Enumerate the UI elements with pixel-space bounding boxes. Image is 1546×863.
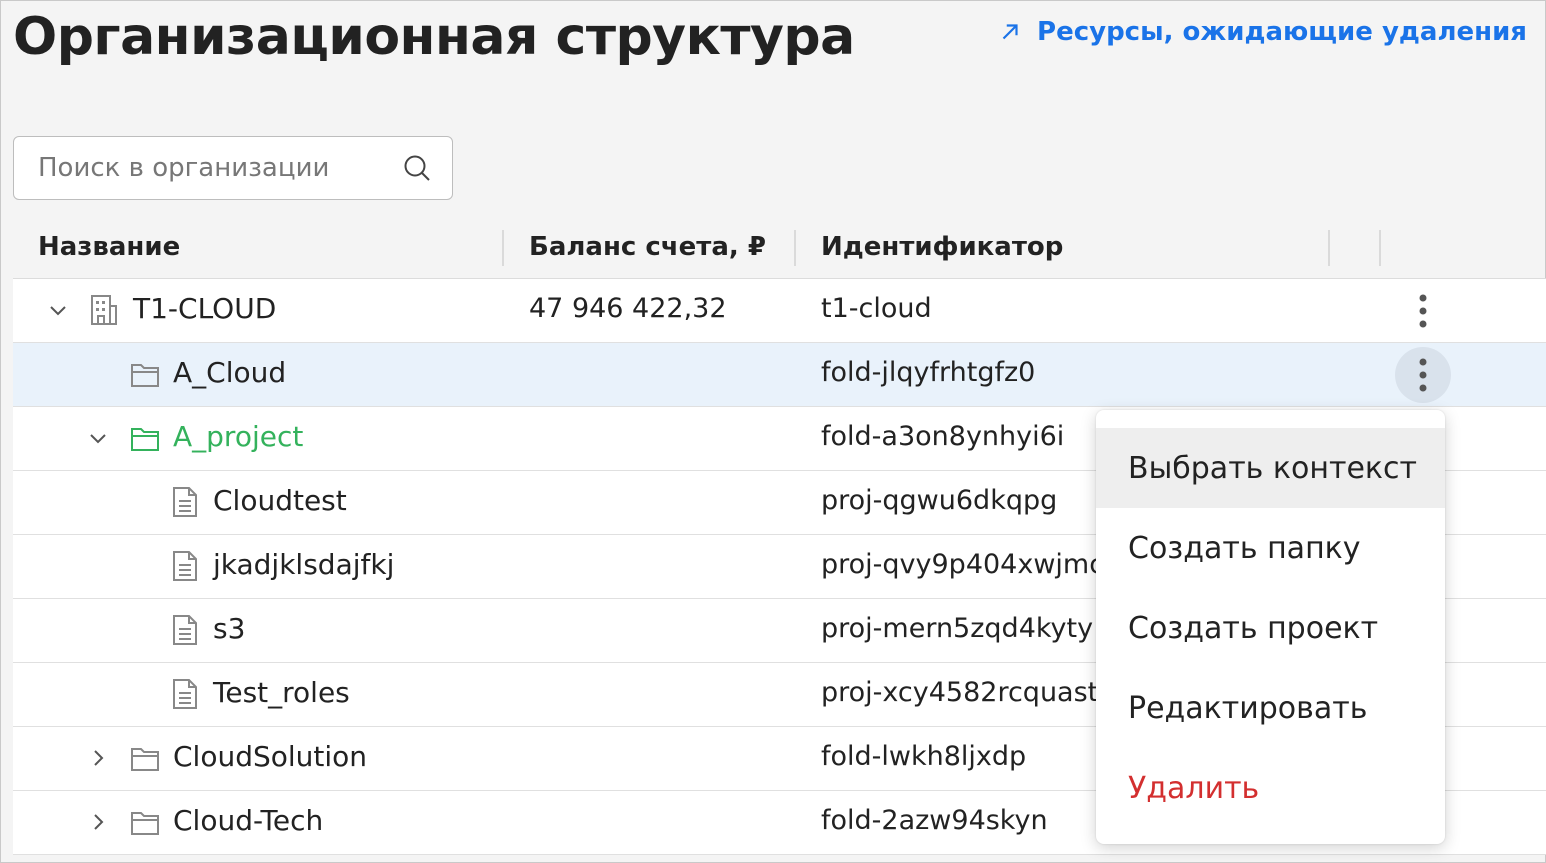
row-id: proj-qvy9p404xwjmc	[821, 549, 1105, 580]
row-id: t1-cloud	[821, 293, 932, 324]
column-header-balance[interactable]: Баланс счета, ₽	[529, 232, 766, 262]
chevron-down-icon[interactable]	[47, 299, 69, 321]
chevron-down-icon[interactable]	[87, 427, 109, 449]
row-name[interactable]: Test_roles	[213, 676, 350, 709]
row-actions-button[interactable]	[1395, 347, 1451, 403]
row-actions-button[interactable]	[1395, 283, 1451, 339]
column-divider[interactable]	[794, 230, 796, 266]
document-icon	[173, 551, 197, 581]
building-icon	[91, 295, 117, 325]
folder-icon	[131, 428, 159, 451]
row-name[interactable]: A_Cloud	[173, 356, 286, 389]
page-title: Организационная структура	[13, 7, 855, 67]
chevron-right-icon[interactable]	[87, 747, 109, 769]
search-input[interactable]	[38, 153, 402, 183]
column-header-name[interactable]: Название	[38, 232, 180, 262]
row-name[interactable]: T1-CLOUD	[133, 292, 276, 325]
menu-item-edit[interactable]: Редактировать	[1096, 668, 1445, 748]
row-id: fold-jlqyfrhtgfz0	[821, 357, 1036, 388]
row-balance: 47 946 422,32	[529, 293, 727, 324]
more-vertical-icon	[1419, 294, 1427, 328]
row-name[interactable]: s3	[213, 612, 245, 645]
row-name[interactable]: jkadjklsdajfkj	[213, 548, 394, 581]
pending-deletion-label: Ресурсы, ожидающие удаления	[1037, 17, 1527, 47]
row-name[interactable]: Cloud-Tech	[173, 804, 323, 837]
table-row[interactable]: T1-CLOUD 47 946 422,32 t1-cloud	[13, 279, 1546, 343]
context-menu: Выбрать контекст Создать папку Создать п…	[1096, 410, 1445, 844]
column-divider[interactable]	[1379, 230, 1381, 266]
row-id: proj-qgwu6dkqpg	[821, 485, 1058, 516]
column-divider[interactable]	[502, 230, 504, 266]
row-id: fold-lwkh8ljxdp	[821, 741, 1027, 772]
search-icon[interactable]	[402, 153, 432, 183]
table-row[interactable]: A_Cloud fold-jlqyfrhtgfz0	[13, 343, 1546, 407]
column-divider[interactable]	[1328, 230, 1330, 266]
search-box	[13, 136, 453, 200]
row-name[interactable]: Cloudtest	[213, 484, 347, 517]
folder-icon	[131, 812, 159, 835]
row-name[interactable]: A_project	[173, 420, 303, 453]
menu-item-delete[interactable]: Удалить	[1096, 748, 1445, 828]
row-id: proj-mern5zqd4kyty	[821, 613, 1094, 644]
row-id: fold-a3on8ynhyi6i	[821, 421, 1065, 452]
row-name[interactable]: CloudSolution	[173, 740, 367, 773]
chevron-right-icon[interactable]	[87, 811, 109, 833]
arrow-up-right-icon	[1002, 24, 1018, 40]
document-icon	[173, 679, 197, 709]
pending-deletion-link[interactable]: Ресурсы, ожидающие удаления	[997, 17, 1527, 47]
document-icon	[173, 487, 197, 517]
menu-item-create-folder[interactable]: Создать папку	[1096, 508, 1445, 588]
more-vertical-icon	[1419, 358, 1427, 392]
row-id: fold-2azw94skyn	[821, 805, 1048, 836]
menu-item-create-project[interactable]: Создать проект	[1096, 588, 1445, 668]
menu-item-select-context[interactable]: Выбрать контекст	[1096, 428, 1445, 508]
document-icon	[173, 615, 197, 645]
folder-icon	[131, 364, 159, 387]
column-header-id[interactable]: Идентификатор	[821, 232, 1063, 262]
table-header: Название Баланс счета, ₽ Идентификатор	[13, 216, 1546, 279]
folder-icon	[131, 748, 159, 771]
row-id: proj-xcy4582rcquast	[821, 677, 1099, 708]
